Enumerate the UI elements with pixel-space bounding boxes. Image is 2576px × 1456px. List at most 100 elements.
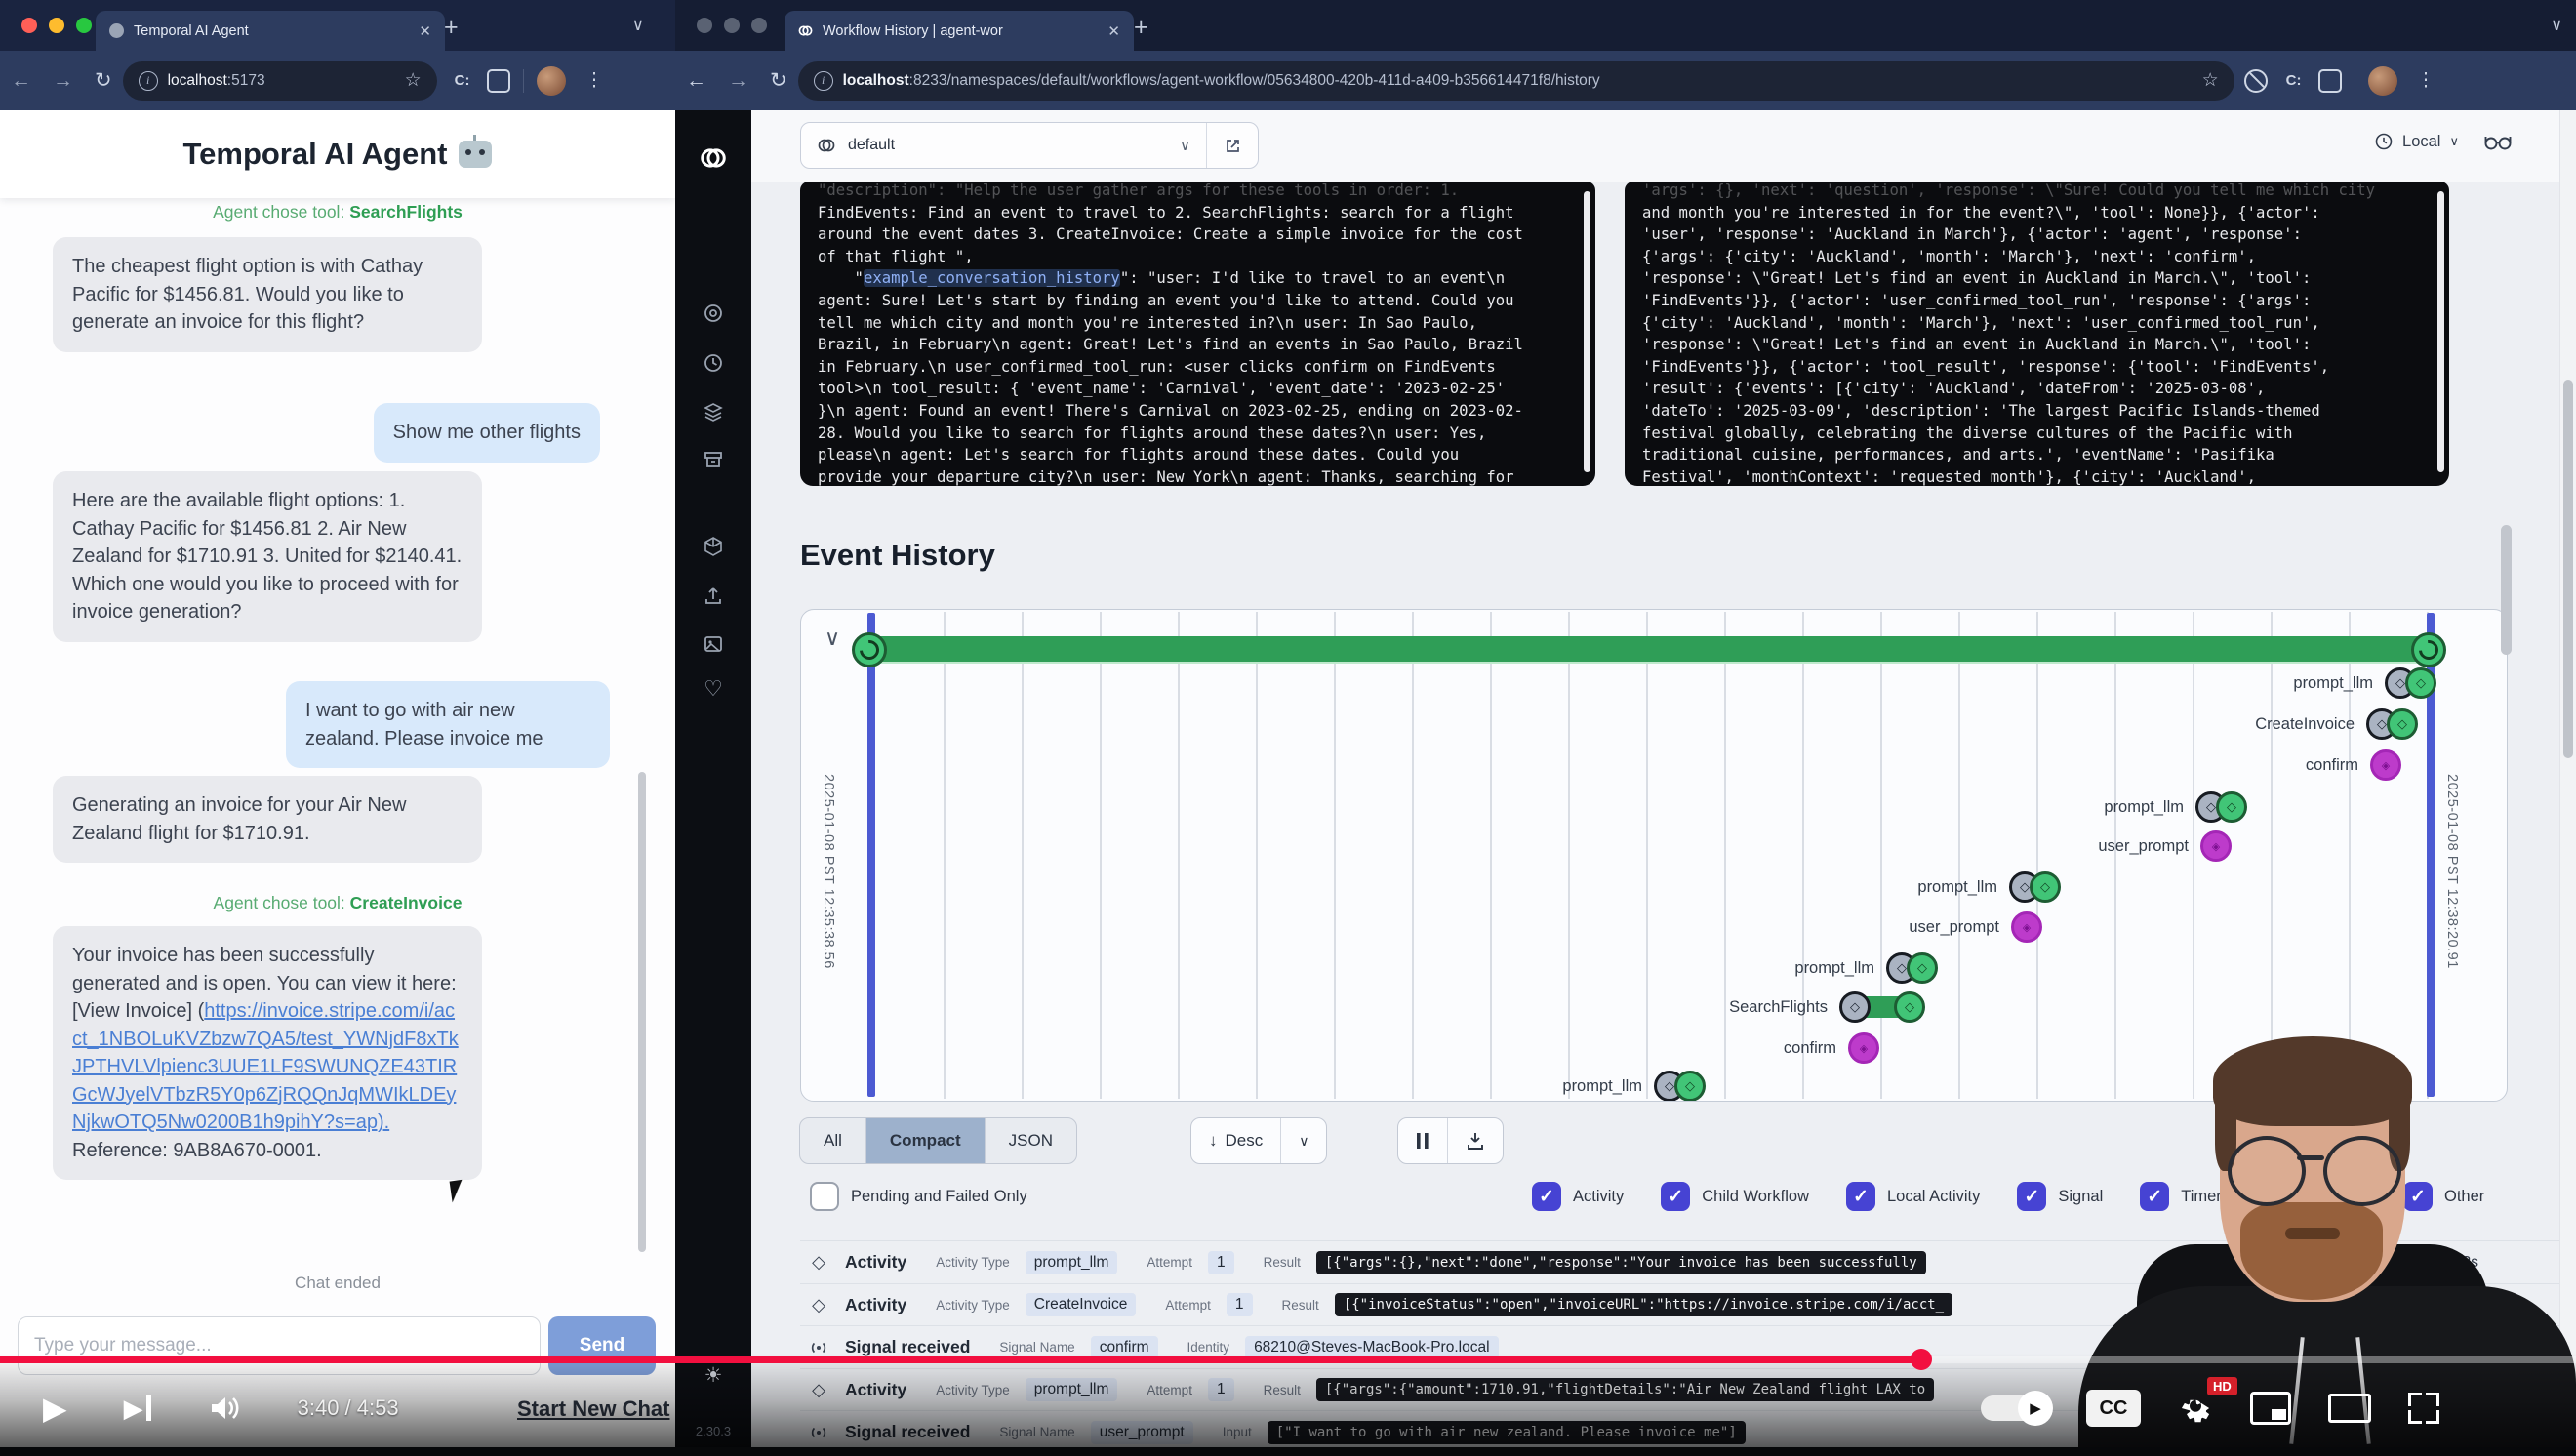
activity-completed-marker[interactable]: ◇: [2216, 791, 2247, 823]
namespace-selector[interactable]: default ∨: [800, 122, 1259, 169]
activity-completed-marker[interactable]: ◇: [1907, 952, 1938, 984]
back-icon[interactable]: ←: [686, 69, 706, 93]
bookmark-star-icon[interactable]: ☆: [2202, 69, 2219, 92]
timeline-event[interactable]: confirm ◈: [1784, 1032, 1879, 1064]
progress-playhead[interactable]: [1911, 1349, 1932, 1370]
extension-c-icon[interactable]: C:: [455, 72, 470, 89]
forward-icon[interactable]: →: [728, 69, 748, 93]
reload-icon[interactable]: ↻: [95, 68, 112, 93]
browser-tab[interactable]: Temporal AI Agent ✕: [96, 11, 445, 51]
chat-scrollbar[interactable]: [638, 772, 646, 1252]
code-scrollbar[interactable]: [1584, 191, 1590, 472]
collapse-chevron-icon[interactable]: ∨: [825, 626, 840, 651]
site-info-icon[interactable]: i: [139, 71, 158, 91]
timezone-selector[interactable]: Local ∨: [2374, 132, 2459, 151]
minimize-window-button[interactable]: [724, 18, 740, 33]
signal-marker[interactable]: ◈: [2200, 830, 2232, 862]
close-window-button[interactable]: [21, 18, 37, 33]
timeline-event[interactable]: user_prompt ◈: [2098, 830, 2232, 862]
profile-avatar[interactable]: [2368, 66, 2397, 96]
timeline-event[interactable]: SearchFlights ◇◇: [1729, 991, 1925, 1023]
browser-tab[interactable]: Workflow History | agent-wor ✕: [785, 11, 1134, 51]
browser-menu-icon[interactable]: ⋮: [2416, 69, 2435, 92]
activity-completed-marker[interactable]: ◇: [1674, 1071, 1706, 1102]
timeline-event[interactable]: prompt_llm ◇◇: [2104, 791, 2247, 823]
labs-card-icon[interactable]: [702, 632, 725, 656]
workflow-start-marker[interactable]: [852, 632, 887, 667]
pending-failed-filter[interactable]: Pending and Failed Only: [810, 1182, 1027, 1211]
sort-chevron-icon[interactable]: ∨: [1280, 1118, 1326, 1163]
checkbox-checked[interactable]: ✓: [1846, 1182, 1875, 1211]
autoplay-toggle[interactable]: ▶: [1981, 1395, 2049, 1421]
timeline-event[interactable]: prompt_llm ◇◇: [1917, 871, 2061, 903]
batch-layers-icon[interactable]: [702, 400, 725, 424]
miniplayer-icon[interactable]: [2250, 1392, 2291, 1425]
namespaces-cube-icon[interactable]: [702, 535, 725, 558]
feedback-heart-icon[interactable]: ♡: [704, 676, 723, 702]
schedules-clock-icon[interactable]: [702, 351, 725, 375]
signal-marker[interactable]: ◈: [2370, 749, 2401, 781]
temporal-logo[interactable]: [699, 143, 728, 173]
timeline-event[interactable]: user_prompt ◈: [1909, 911, 2042, 943]
view-json-button[interactable]: JSON: [986, 1118, 1076, 1163]
volume-icon[interactable]: [208, 1394, 241, 1423]
theater-mode-icon[interactable]: [2328, 1394, 2371, 1423]
address-bar[interactable]: i localhost:5173 ☆: [123, 61, 437, 101]
activity-completed-marker[interactable]: ◇: [2030, 871, 2061, 903]
minimize-window-button[interactable]: [49, 18, 64, 33]
next-video-icon[interactable]: ▶: [124, 1394, 151, 1424]
labs-glasses-icon[interactable]: [2484, 132, 2512, 151]
tab-list-chevron-icon[interactable]: ∨: [2551, 16, 2562, 35]
browser-menu-icon[interactable]: ⋮: [584, 69, 604, 92]
workflow-span-bar[interactable]: [869, 636, 2433, 662]
activity-completed-marker[interactable]: ◇: [1894, 991, 1925, 1023]
panel-scrollbar[interactable]: [2501, 525, 2512, 655]
workflow-result-json[interactable]: 'args': {}, 'next': 'question', 'respons…: [1625, 182, 2449, 486]
checkbox-checked[interactable]: ✓: [2017, 1182, 2046, 1211]
signal-marker[interactable]: ◈: [1848, 1032, 1879, 1064]
view-mode-segmented-control[interactable]: All Compact JSON: [799, 1117, 1077, 1164]
activity-completed-marker[interactable]: ◇: [2387, 708, 2418, 740]
activity-scheduled-marker[interactable]: ◇: [1839, 991, 1871, 1023]
code-scrollbar[interactable]: [2437, 191, 2444, 472]
fullscreen-icon[interactable]: [2408, 1393, 2439, 1424]
extension-icon[interactable]: [2318, 69, 2342, 93]
close-tab-icon[interactable]: ✕: [1107, 22, 1120, 40]
timeline-event[interactable]: CreateInvoice ◇◇: [2255, 708, 2418, 740]
site-info-icon[interactable]: i: [814, 71, 833, 91]
window-controls[interactable]: [697, 18, 767, 33]
workflow-input-json[interactable]: "description": "Help the user gather arg…: [800, 182, 1595, 486]
blocked-content-icon[interactable]: [2244, 69, 2268, 93]
archive-icon[interactable]: [702, 448, 725, 471]
timeline-event[interactable]: prompt_llm ◇◇: [2293, 667, 2436, 699]
progress-bar-remaining[interactable]: [1931, 1356, 2576, 1363]
reload-icon[interactable]: ↻: [770, 68, 787, 93]
checkbox-checked[interactable]: ✓: [1661, 1182, 1690, 1211]
forward-icon[interactable]: →: [53, 69, 73, 93]
captions-button[interactable]: CC: [2086, 1390, 2141, 1427]
address-bar[interactable]: i localhost:8233/namespaces/default/work…: [798, 61, 2234, 101]
tab-list-chevron-icon[interactable]: ∨: [632, 16, 644, 35]
extension-icon[interactable]: [487, 69, 510, 93]
new-tab-button[interactable]: +: [1134, 14, 1148, 42]
playback-buttons[interactable]: [1397, 1117, 1504, 1164]
pause-button[interactable]: [1398, 1118, 1447, 1163]
back-icon[interactable]: ←: [11, 69, 31, 93]
page-scrollbar-thumb[interactable]: [2563, 380, 2573, 758]
settings-button[interactable]: HD: [2178, 1391, 2213, 1426]
activity-completed-marker[interactable]: ◇: [2405, 667, 2436, 699]
window-controls[interactable]: [21, 18, 92, 33]
sort-order-button[interactable]: ↓Desc ∨: [1190, 1117, 1327, 1164]
signal-marker[interactable]: ◈: [2011, 911, 2042, 943]
open-namespace-icon[interactable]: [1206, 123, 1258, 168]
maximize-window-button[interactable]: [751, 18, 767, 33]
view-compact-button[interactable]: Compact: [866, 1118, 986, 1163]
timeline-event[interactable]: confirm ◈: [2306, 749, 2401, 781]
import-icon[interactable]: [702, 585, 725, 608]
bookmark-star-icon[interactable]: ☆: [405, 69, 422, 92]
checkbox-unchecked[interactable]: [810, 1182, 839, 1211]
maximize-window-button[interactable]: [76, 18, 92, 33]
filter-child-workflow[interactable]: ✓Child Workflow: [1661, 1182, 1809, 1211]
extension-c-icon[interactable]: C:: [2286, 72, 2302, 89]
progress-bar-played[interactable]: [0, 1356, 1921, 1363]
